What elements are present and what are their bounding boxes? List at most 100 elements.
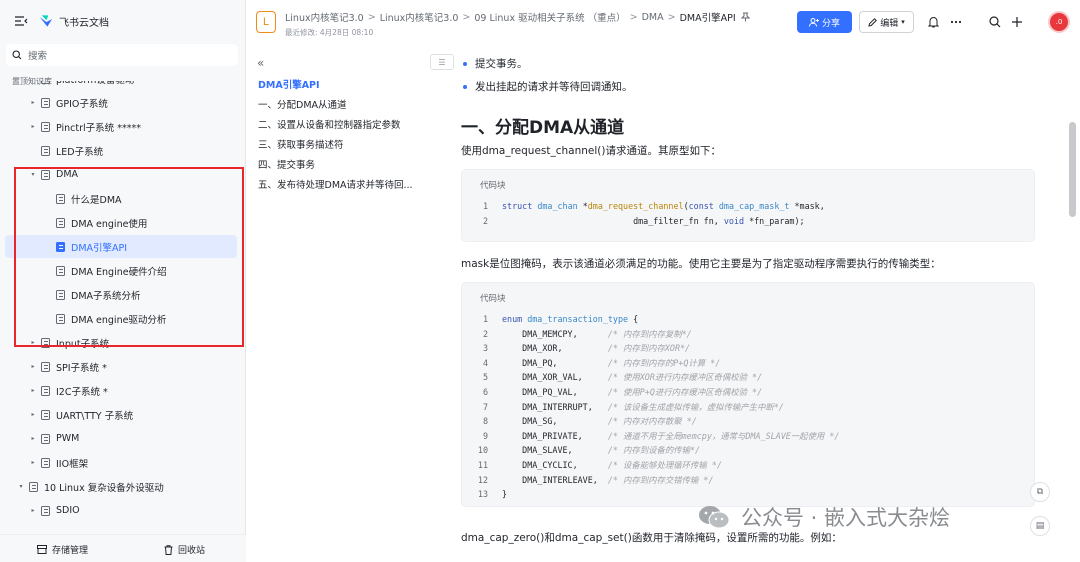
chevron-right-icon[interactable]: ▸ (29, 339, 37, 346)
storage-icon (37, 545, 47, 554)
share-button[interactable]: 分享 (797, 11, 852, 33)
sidebar-item[interactable]: DMA子系统分析 (5, 283, 237, 306)
chevron-down-icon[interactable]: ▾ (17, 483, 25, 490)
sidebar-item[interactable]: DMA engine驱动分析 (5, 307, 237, 330)
chevron-right-icon[interactable]: ▸ (29, 123, 37, 130)
bullet-dot (463, 61, 467, 66)
sidebar-item[interactable]: ▸ Pinctrl子系统 ***** (5, 115, 237, 138)
line-number: 7 (482, 401, 488, 412)
chevron-right-icon[interactable]: ▸ (29, 81, 37, 82)
sidebar-item[interactable]: ▸ SDIO (5, 499, 237, 522)
sidebar-item[interactable]: ▸ platform设备驱动 (5, 81, 237, 90)
wechat-icon (699, 506, 730, 529)
sidebar-item[interactable]: ▸ I2C子系统 * (5, 379, 237, 402)
code-line: 4 DMA_PQ, /* 内存到内存的P+Q计算 */ (462, 356, 1036, 371)
code-line: 1 enum dma_transaction_type { (462, 312, 1036, 327)
trash-button[interactable]: 回收站 (164, 543, 205, 556)
workspace-badge[interactable]: L (256, 11, 276, 33)
code-text: DMA_XOR, /* 内存到内存XOR*/ (502, 343, 691, 354)
outline-item[interactable]: 一、分配DMA从通道 (258, 97, 347, 111)
chevron-right-icon[interactable]: ▸ (29, 387, 37, 394)
outline-list-icon[interactable]: ☰ (430, 54, 454, 70)
sidebar-item-label: DMA子系统分析 (71, 290, 141, 302)
edit-label: 编辑 (880, 18, 899, 29)
sidebar-item[interactable]: ▸ SPI子系统 * (5, 355, 237, 378)
document-icon (41, 121, 50, 132)
code-block[interactable]: 代码块 1 struct dma_chan *dma_request_channe… (461, 169, 1035, 242)
sidebar-item[interactable]: ▸ GPIO子系统 (5, 91, 237, 114)
chevron-right-icon[interactable]: ▸ (29, 99, 37, 106)
document-icon (56, 193, 65, 204)
trash-label: 回收站 (178, 546, 206, 556)
search-icon[interactable] (987, 14, 1003, 30)
sidebar-item[interactable]: ▸ Input子系统 (5, 331, 237, 354)
more-options-icon[interactable] (948, 14, 964, 30)
sidebar-item[interactable]: LED子系统 (5, 139, 237, 162)
document-icon (41, 169, 50, 180)
outline-item[interactable]: 四、提交事务 (258, 157, 315, 171)
line-number: 9 (482, 430, 488, 441)
sidebar-item[interactable]: ▸ UART\TTY 子系统 (5, 403, 237, 426)
avatar[interactable]: .0 (1048, 11, 1070, 33)
chevron-right-icon[interactable]: ▸ (29, 435, 37, 442)
outline-item[interactable]: DMA引擎API (258, 77, 320, 91)
document-icon (56, 217, 65, 228)
sidebar-item-label: PWM (56, 433, 80, 444)
line-number: 2 (482, 328, 488, 339)
search-input[interactable]: 搜索 (6, 44, 238, 66)
document-icon (41, 385, 50, 396)
breadcrumb-item[interactable]: DMA (642, 12, 664, 23)
sidebar-item[interactable]: ▸ PWM (5, 427, 237, 450)
sidebar-item[interactable]: ▾ 10 Linux 复杂设备外设驱动 (5, 475, 237, 498)
sidebar-item[interactable]: DMA引擎API (5, 235, 237, 258)
code-text: DMA_PQ_VAL, /* 使用P+Q进行内存缓冲区奇偶校验 */ (502, 386, 763, 397)
pencil-icon (868, 17, 878, 27)
code-line: 9 DMA_PRIVATE, /* 通道不用于全局memcpy，通常与DMA_S… (462, 429, 1036, 444)
document-icon (56, 313, 65, 324)
code-block[interactable]: 代码块 1 enum dma_transaction_type {2 DMA_ME… (461, 282, 1035, 507)
code-line: 11 DMA_CYCLIC, /* 设备能够处理循环传输 */ (462, 458, 1036, 473)
feishu-logo-icon (39, 15, 53, 27)
chevron-right-icon[interactable]: ▸ (29, 459, 37, 466)
code-block-label: 代码块 (480, 294, 506, 304)
collapse-outline-icon[interactable]: « (257, 56, 264, 70)
copy-icon[interactable]: ⧉ (1030, 482, 1050, 502)
sidebar-collapse-icon[interactable] (14, 15, 28, 27)
sidebar-item[interactable]: ▸ IIO框架 (5, 451, 237, 474)
notification-bell-icon[interactable] (925, 14, 941, 30)
document-icon (41, 361, 50, 372)
code-text: DMA_PRIVATE, /* 通道不用于全局memcpy，通常与DMA_SLA… (502, 430, 840, 441)
chevron-down-icon[interactable]: ▾ (29, 171, 37, 178)
sidebar-item[interactable]: DMA Engine硬件介绍 (5, 259, 237, 282)
sidebar-item-label: LED子系统 (56, 146, 104, 158)
code-text: DMA_SLAVE, /* 内存到设备的传输*/ (502, 445, 701, 456)
outline-item[interactable]: 二、设置从设备和控制器指定参数 (258, 117, 401, 131)
sidebar-item-label: DMA Engine硬件介绍 (71, 266, 167, 278)
storage-button[interactable]: 存储管理 (37, 543, 88, 556)
code-text: DMA_MEMCPY, /* 内存到内存复制*/ (502, 328, 692, 339)
breadcrumb-item[interactable]: 09 Linux 驱动相关子系统 （重点） (474, 10, 625, 24)
chevron-right-icon[interactable]: ▸ (29, 411, 37, 418)
sidebar-item[interactable]: DMA engine使用 (5, 211, 237, 234)
comment-icon[interactable]: ▤ (1030, 516, 1050, 536)
code-text: DMA_SG, /* 内存对内存散聚 */ (502, 416, 697, 427)
code-lines: 1 enum dma_transaction_type {2 DMA_MEMCPY… (462, 312, 1036, 502)
breadcrumb-item[interactable]: Linux内核笔记3.0 (380, 10, 459, 24)
line-number: 3 (482, 343, 488, 354)
breadcrumb-item[interactable]: Linux内核笔记3.0 (285, 10, 364, 24)
scrollbar[interactable] (1069, 122, 1076, 217)
sidebar-item-label: 什么是DMA (71, 194, 122, 206)
sidebar-item-label: GPIO子系统 (56, 98, 108, 110)
sidebar-item[interactable]: 什么是DMA (5, 187, 237, 210)
sidebar-item-label: DMA engine使用 (71, 218, 148, 230)
pin-icon[interactable] (740, 12, 750, 22)
sidebar-item[interactable]: ▾ DMA (5, 163, 237, 186)
chevron-right-icon[interactable]: ▸ (29, 507, 37, 514)
outline-item[interactable]: 五、发布待处理DMA请求并等待回... (258, 177, 413, 191)
code-line: 2 dma_filter_fn fn, void *fn_param); (462, 214, 1036, 229)
chevron-right-icon[interactable]: ▸ (29, 363, 37, 370)
add-icon[interactable] (1009, 14, 1025, 30)
edit-mode-button[interactable]: 编辑 ▾ (859, 11, 914, 33)
line-number: 10 (477, 445, 488, 456)
outline-item[interactable]: 三、获取事务描述符 (258, 137, 344, 151)
